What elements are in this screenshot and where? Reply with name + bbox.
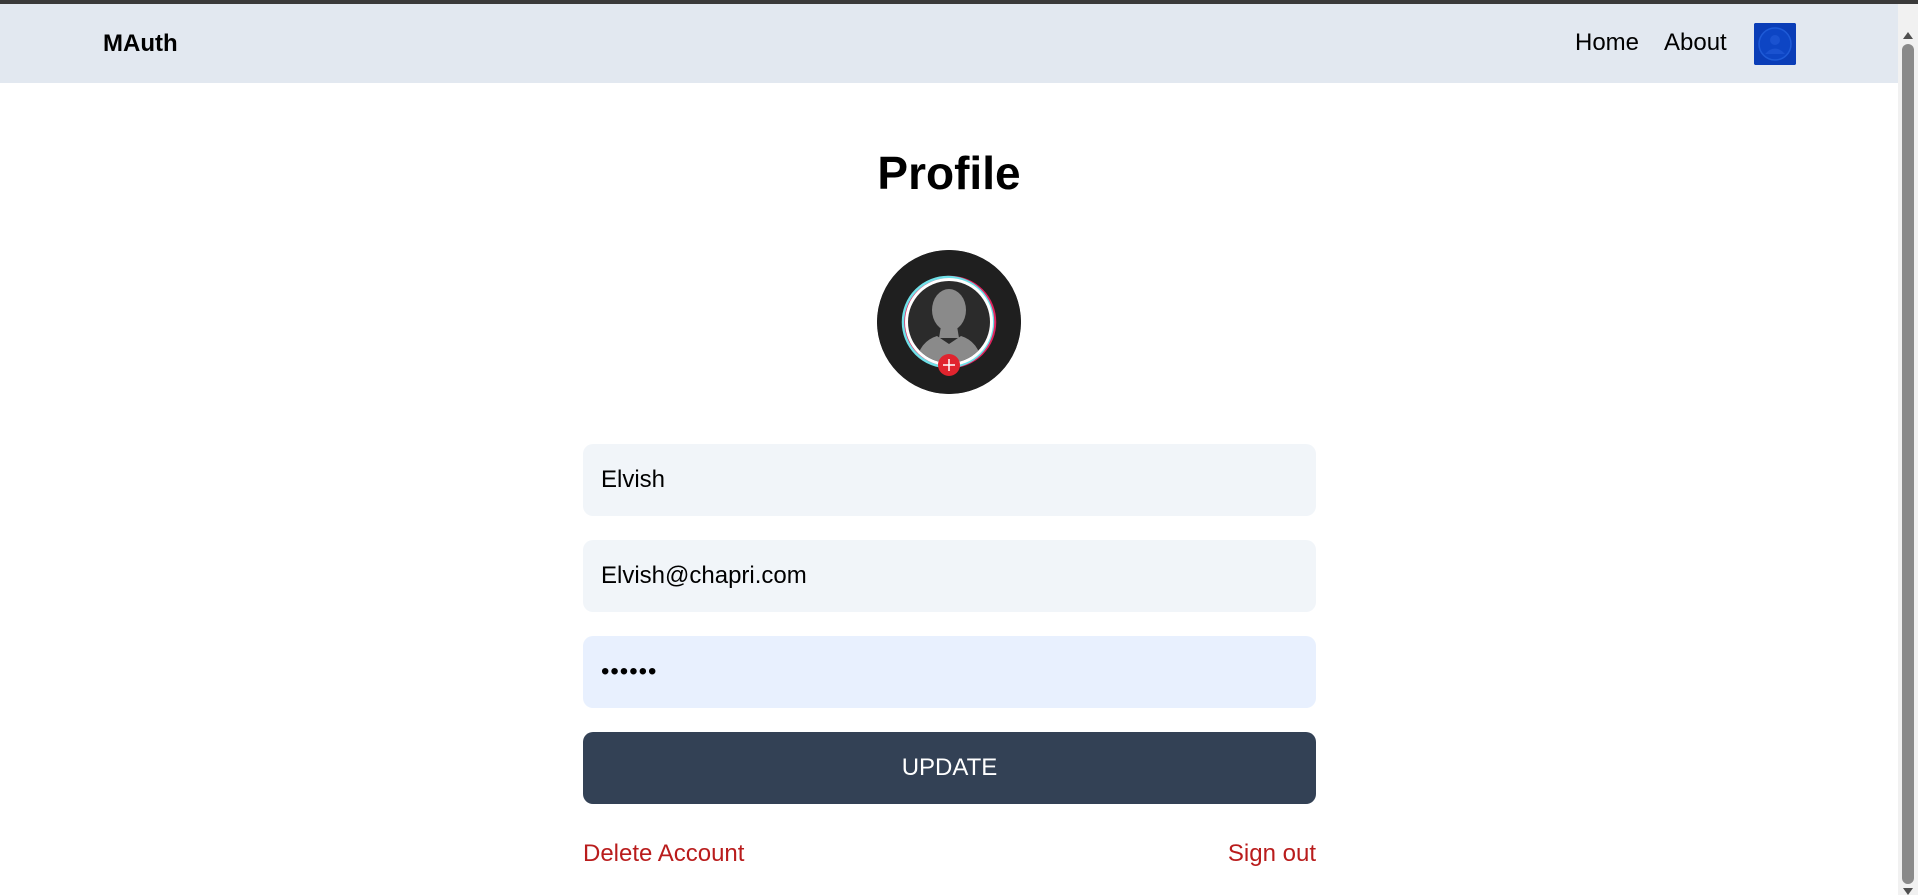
user-avatar-icon (1754, 23, 1796, 65)
scroll-down-arrow-icon[interactable] (1903, 888, 1913, 895)
user-avatar-button[interactable] (1754, 23, 1796, 65)
brand-logo[interactable]: MAuth (103, 30, 178, 58)
navbar: MAuth Home About (0, 4, 1898, 83)
scroll-up-arrow-icon[interactable] (1903, 32, 1913, 39)
nav-link-about[interactable]: About (1664, 29, 1727, 57)
update-button[interactable]: UPDATE (583, 732, 1316, 804)
vertical-scrollbar[interactable] (1898, 4, 1918, 895)
page: MAuth Home About Profile (0, 4, 1898, 895)
nav-link-home[interactable]: Home (1575, 29, 1639, 57)
delete-account-link[interactable]: Delete Account (583, 840, 744, 868)
password-field[interactable] (583, 636, 1316, 708)
email-field[interactable] (583, 540, 1316, 612)
scrollbar-thumb[interactable] (1902, 44, 1914, 884)
page-title: Profile (0, 146, 1898, 200)
plus-icon[interactable] (938, 354, 960, 376)
username-field[interactable] (583, 444, 1316, 516)
profile-picture-upload[interactable] (877, 250, 1021, 394)
sign-out-link[interactable]: Sign out (1228, 840, 1316, 868)
